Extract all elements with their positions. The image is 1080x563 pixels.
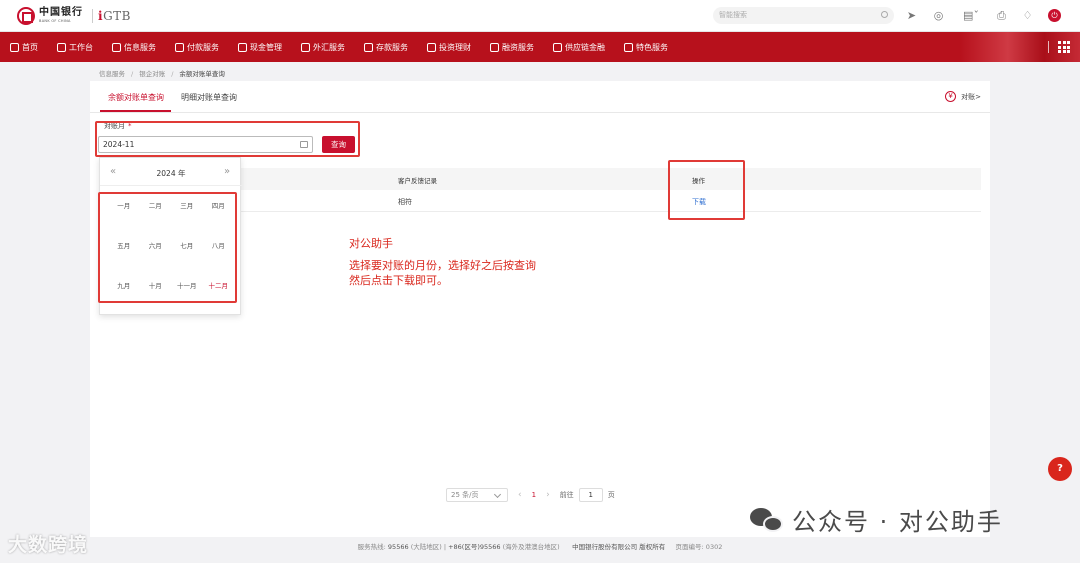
footer: 服务热线: 95566 (大陆地区) | +86(区号)95566 (海外及港澳…	[357, 543, 723, 551]
nav-item-fx[interactable]: 外汇服务	[301, 42, 345, 53]
app-grid-icon[interactable]	[1058, 41, 1070, 53]
nav-item-cash[interactable]: 现金管理	[238, 42, 282, 53]
bank-name-en: BANK OF CHINA	[39, 19, 71, 24]
annotation-box-month	[95, 121, 360, 157]
feedback-cell: 相符	[398, 198, 412, 206]
breadcrumb: 信息服务 / 银企对账 / 余额对账单查询	[99, 70, 225, 78]
bank-logo[interactable]: 中国银行 BANK OF CHINA	[17, 7, 83, 25]
tab-bar: 余额对账单查询 明细对账单查询 ¥ 对账>	[90, 81, 990, 113]
tab-active-indicator	[100, 110, 171, 112]
annotation-box-months	[98, 192, 237, 303]
financing-icon	[490, 42, 499, 52]
bell-icon[interactable]: ♢	[1021, 9, 1034, 22]
page-size-select[interactable]: 25 条/页	[446, 488, 508, 502]
tab-balance-statement[interactable]: 余额对账单查询	[108, 92, 164, 103]
annotation-line-1: 选择要对账的月份，选择好之后按查询	[349, 259, 536, 272]
nav-item-workbench[interactable]: 工作台	[57, 42, 93, 53]
nav-item-financing[interactable]: 融资服务	[490, 42, 534, 53]
watermark-right: 公众号 · 对公助手	[750, 502, 1003, 537]
page-suffix: 页	[607, 491, 615, 499]
wechat-icon	[750, 506, 784, 534]
supply-chain-icon	[553, 42, 562, 52]
send-icon[interactable]: ➤	[905, 9, 918, 22]
page-number[interactable]: 1	[532, 491, 536, 499]
nav-item-info[interactable]: 信息服务	[112, 42, 156, 53]
top-header: 中国银行 BANK OF CHINA iGTB 智能搜索 ➤ ◎ ▤ˇ ⎙ ♢ …	[0, 0, 1080, 32]
fx-icon	[301, 42, 310, 52]
desk-icon	[57, 42, 66, 52]
tab-detail-statement[interactable]: 明细对账单查询	[181, 92, 237, 103]
next-page-icon[interactable]: ›	[546, 490, 550, 500]
gtb-logo: iGTB	[92, 9, 131, 23]
yen-icon: ¥	[945, 91, 957, 102]
home-icon	[10, 42, 19, 52]
table-header: 客户反馈记录 操作	[240, 168, 981, 190]
search-input[interactable]: 智能搜索	[713, 7, 894, 24]
nav-item-invest[interactable]: 投资理财	[427, 42, 471, 53]
next-year-icon[interactable]: »	[224, 166, 230, 177]
nav-item-deposit[interactable]: 存款服务	[364, 42, 408, 53]
nav-item-special[interactable]: 特色服务	[624, 42, 668, 53]
print-icon[interactable]: ⎙	[995, 9, 1008, 22]
annotation-box-download	[668, 160, 745, 220]
picker-year[interactable]: 2024 年	[100, 168, 242, 179]
goto-page-input[interactable]: 1	[578, 488, 603, 502]
help-button[interactable]: ?	[1048, 457, 1072, 481]
breadcrumb-item[interactable]: 信息服务	[99, 70, 125, 78]
bank-name-cn: 中国银行	[39, 7, 83, 19]
annotation-line-2: 然后点击下载即可。	[349, 274, 448, 287]
boc-logo-icon	[17, 7, 35, 25]
watermark-left: 大数跨境	[8, 534, 89, 556]
table-row: 相符 下载	[240, 190, 981, 212]
breadcrumb-current: 余额对账单查询	[179, 70, 225, 78]
special-icon	[624, 42, 633, 52]
annotation-title: 对公助手	[349, 237, 393, 250]
payment-icon	[175, 42, 184, 52]
picker-header: « 2024 年 »	[100, 158, 242, 186]
prev-page-icon[interactable]: ‹	[518, 490, 522, 500]
breadcrumb-item[interactable]: 银企对账	[139, 70, 165, 78]
logout-icon[interactable]: ⏻	[1048, 9, 1061, 22]
invest-icon	[427, 42, 436, 52]
goto-label: 前往	[559, 491, 574, 499]
pagination: 25 条/页 ‹ 1 › 前往 1 页	[446, 488, 615, 502]
cash-icon	[238, 42, 247, 52]
info-icon	[112, 42, 121, 52]
location-icon[interactable]: ◎	[932, 9, 945, 22]
menu-dropdown-icon[interactable]: ▤ˇ	[960, 9, 982, 22]
deposit-icon	[364, 42, 373, 52]
search-icon[interactable]	[881, 11, 888, 18]
nav-item-home[interactable]: 首页	[10, 42, 38, 53]
reconcile-link[interactable]: ¥ 对账>	[945, 91, 981, 102]
main-nav: 首页 工作台 信息服务 付款服务 现金管理 外汇服务 存款服务 投资理财 融资服…	[0, 32, 1080, 62]
column-header-feedback: 客户反馈记录	[398, 177, 437, 185]
nav-item-supply-chain[interactable]: 供应链金融	[553, 42, 605, 53]
nav-item-payment[interactable]: 付款服务	[175, 42, 219, 53]
nav-divider	[1048, 41, 1049, 53]
